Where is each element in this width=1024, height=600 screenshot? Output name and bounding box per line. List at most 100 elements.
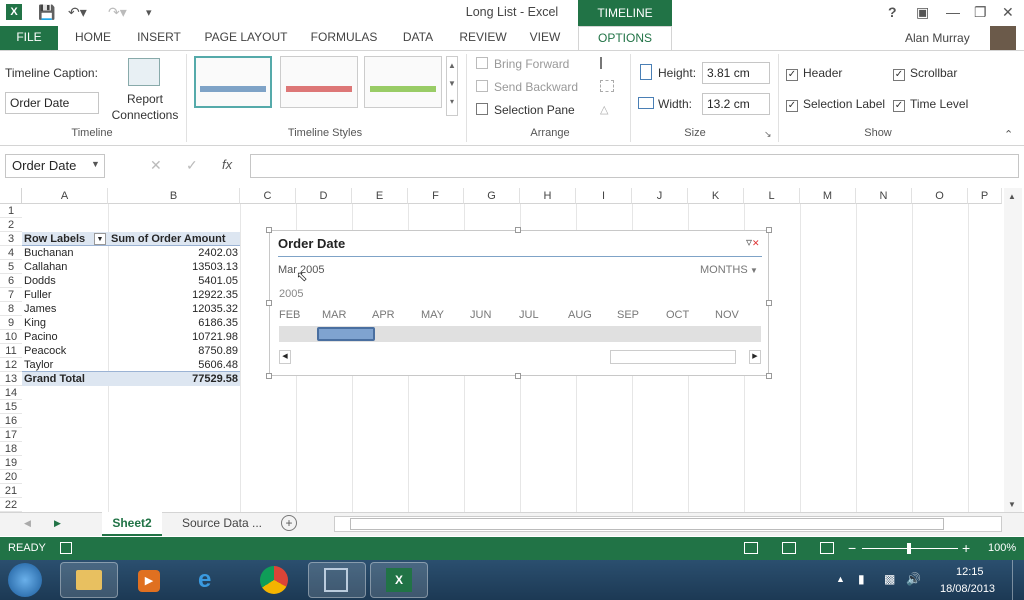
pivot-row-label[interactable]: Dodds (22, 274, 108, 288)
zoom-slider-thumb[interactable] (907, 543, 911, 554)
row-header[interactable]: 4 (0, 246, 22, 260)
filter-dropdown-icon[interactable]: ▼ (94, 233, 106, 245)
align-icon[interactable] (600, 57, 614, 69)
timeline-scroll-thumb[interactable] (610, 350, 736, 364)
column-header-k[interactable]: K (688, 188, 744, 204)
pivot-row-value[interactable]: 12922.35 (108, 288, 240, 302)
row-header[interactable]: 15 (0, 400, 22, 414)
pivot-row-label[interactable]: Buchanan (22, 246, 108, 260)
user-name[interactable]: Alan Murray (905, 31, 970, 45)
pivot-row-value[interactable]: 8750.89 (108, 344, 240, 358)
tray-signal-icon[interactable]: ▮ (858, 572, 865, 586)
tab-page-layout[interactable]: PAGE LAYOUT (198, 26, 294, 50)
tab-formulas[interactable]: FORMULAS (304, 26, 384, 50)
tray-date[interactable]: 18/08/2013 (940, 583, 995, 595)
vertical-scrollbar[interactable] (1004, 188, 1022, 512)
timeline-scroll-left-icon[interactable]: ◀ (279, 350, 291, 364)
row-header[interactable]: 17 (0, 428, 22, 442)
row-header[interactable]: 7 (0, 288, 22, 302)
tab-review[interactable]: REVIEW (452, 26, 514, 50)
header-checkbox[interactable]: ✓ (786, 66, 798, 81)
pivot-row-value[interactable]: 5606.48 (108, 358, 240, 372)
rotate-icon[interactable]: △ (600, 103, 614, 116)
row-header[interactable]: 8 (0, 302, 22, 316)
sheet-tab-sheet2[interactable]: Sheet2 (102, 512, 162, 536)
page-break-view-icon[interactable] (820, 542, 834, 554)
pivot-row-label[interactable]: King (22, 316, 108, 330)
tray-up-icon[interactable]: ▲ (836, 574, 845, 584)
name-box[interactable]: Order Date (5, 154, 105, 178)
normal-view-icon[interactable] (744, 542, 758, 554)
pivot-row-value[interactable]: 10721.98 (108, 330, 240, 344)
pivot-total-value[interactable]: 77529.58 (108, 372, 240, 386)
tab-insert[interactable]: INSERT (130, 26, 188, 50)
cancel-icon[interactable]: ✕ (150, 157, 162, 174)
styles-scroll-icon[interactable]: ▲ ▼ ▾ (446, 56, 458, 116)
timeline-style-1[interactable] (194, 56, 272, 108)
row-header[interactable]: 1 (0, 204, 22, 218)
pivot-row-label[interactable]: Peacock (22, 344, 108, 358)
column-header-j[interactable]: J (632, 188, 688, 204)
pivot-total-label[interactable]: Grand Total (22, 372, 108, 386)
zoom-in-icon[interactable]: + (962, 540, 970, 556)
sheet-tab-source-data[interactable]: Source Data ... (172, 512, 272, 536)
pivot-row-label[interactable]: Fuller (22, 288, 108, 302)
pivot-sum-header[interactable]: Sum of Order Amount (109, 232, 240, 246)
time-level-dropdown[interactable]: MONTHS (700, 264, 748, 276)
row-header[interactable]: 9 (0, 316, 22, 330)
tab-file[interactable]: FILE (0, 26, 58, 50)
column-header-b[interactable]: B (108, 188, 240, 204)
column-header-a[interactable]: A (22, 188, 108, 204)
row-header[interactable]: 21 (0, 484, 22, 498)
time-level-checkbox[interactable]: ✓ (893, 97, 905, 112)
pivot-row-label[interactable]: Pacino (22, 330, 108, 344)
timeline-style-2[interactable] (280, 56, 358, 108)
row-header[interactable]: 19 (0, 456, 22, 470)
tray-time[interactable]: 12:15 (956, 566, 984, 578)
ribbon-display-icon[interactable]: ▣ (916, 4, 929, 21)
selection-label-checkbox[interactable]: ✓ (786, 97, 798, 112)
row-header[interactable]: 10 (0, 330, 22, 344)
resize-handle[interactable] (266, 373, 272, 379)
pivot-row-label[interactable]: Taylor (22, 358, 108, 372)
minimize-icon[interactable]: — (946, 4, 960, 20)
formula-input[interactable] (250, 154, 1019, 178)
enter-icon[interactable]: ✓ (186, 157, 198, 174)
tab-view[interactable]: VIEW (522, 26, 568, 50)
column-header-m[interactable]: M (800, 188, 856, 204)
column-header-c[interactable]: C (240, 188, 296, 204)
resize-handle[interactable] (766, 300, 772, 306)
prev-sheet-icon[interactable]: ◀ (24, 518, 31, 529)
column-header-n[interactable]: N (856, 188, 912, 204)
start-button-icon[interactable] (8, 563, 42, 597)
row-header[interactable]: 14 (0, 386, 22, 400)
internet-explorer-icon[interactable]: e (198, 566, 211, 594)
column-header-i[interactable]: I (576, 188, 632, 204)
tab-home[interactable]: HOME (66, 26, 120, 50)
row-header[interactable]: 3 (0, 232, 22, 246)
close-icon[interactable]: ✕ (1002, 4, 1014, 21)
chrome-icon[interactable] (260, 566, 288, 594)
row-header[interactable]: 20 (0, 470, 22, 484)
scroll-down-icon[interactable]: ▼ (1008, 500, 1016, 509)
scroll-up-icon[interactable]: ▲ (1008, 192, 1016, 201)
width-input[interactable]: 13.2 cm (702, 93, 770, 115)
resize-handle[interactable] (266, 300, 272, 306)
column-header-f[interactable]: F (408, 188, 464, 204)
row-header[interactable]: 6 (0, 274, 22, 288)
tab-options[interactable]: OPTIONS (578, 26, 672, 50)
row-header[interactable]: 16 (0, 414, 22, 428)
tray-network-icon[interactable]: ▩ (884, 572, 895, 586)
next-sheet-icon[interactable]: ▶ (54, 518, 61, 529)
resize-handle[interactable] (766, 227, 772, 233)
new-sheet-icon[interactable]: + (281, 515, 297, 531)
report-connections-button[interactable]: Report Connections (110, 91, 180, 123)
user-avatar[interactable] (990, 26, 1016, 50)
select-all-corner[interactable] (0, 188, 22, 204)
timeline-scroll-right-icon[interactable]: ▶ (749, 350, 761, 364)
bring-forward-button[interactable]: Bring Forward (494, 57, 569, 71)
pivot-row-value[interactable]: 12035.32 (108, 302, 240, 316)
pivot-row-value[interactable]: 6186.35 (108, 316, 240, 330)
pivot-row-label[interactable]: James (22, 302, 108, 316)
zoom-out-icon[interactable]: − (848, 540, 856, 556)
